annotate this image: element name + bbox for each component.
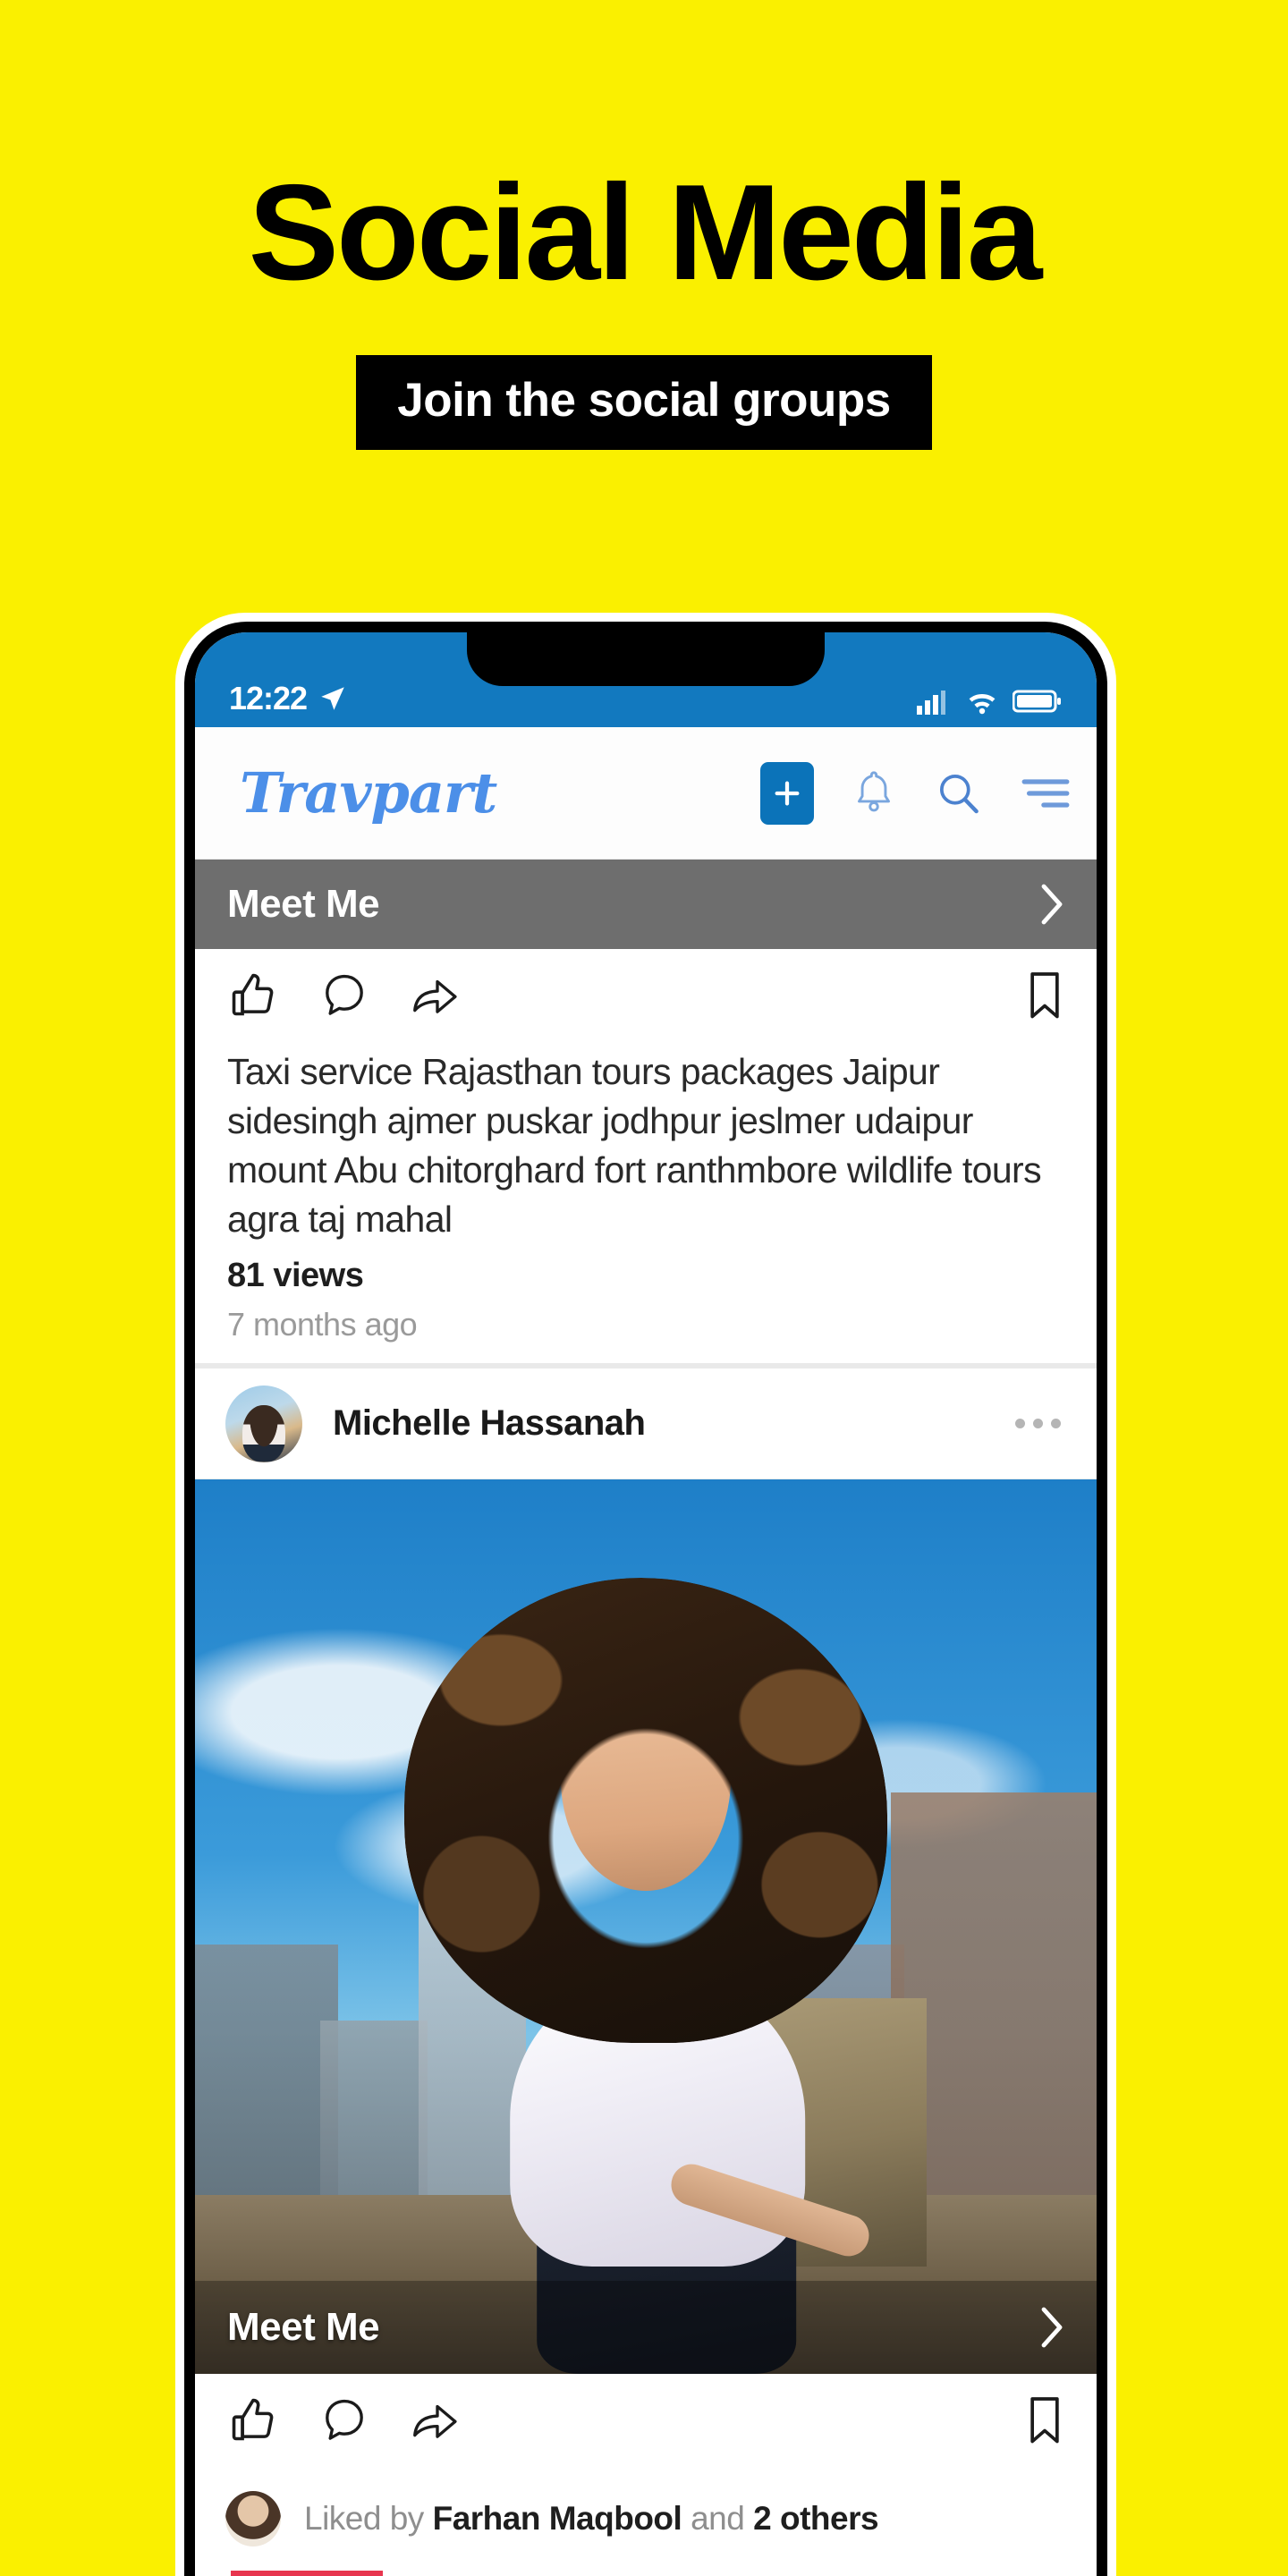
action-row-1 [195,949,1097,1042]
status-bar: 12:22 [195,632,1097,727]
status-bar-right [916,688,1063,715]
post-1-text-block: Taxi service Rajasthan tours packages Ja… [195,1042,1097,1363]
menu-button[interactable] [1020,770,1072,817]
post-2-author-name[interactable]: Michelle Hassanah [333,1403,646,1444]
liked-by-text: Liked by Farhan Maqbool and 2 others [304,2500,879,2538]
action-row-1-left [225,968,463,1023]
liked-by-others[interactable]: 2 others [753,2500,878,2537]
notifications-button[interactable] [850,767,898,819]
chevron-right-icon [1038,883,1064,926]
search-icon [934,768,984,818]
app-bar-actions [760,761,1072,825]
liked-by-middle: and [682,2500,754,2537]
phone-bezel: 12:22 Travpart Meet Me Taxi service Raja… [184,622,1107,2576]
status-bar-left: 12:22 [229,682,348,715]
share-icon[interactable] [408,2394,463,2446]
meet-me-bar-1[interactable]: Meet Me [195,860,1097,949]
cellular-signal-icon [916,688,952,715]
avatar[interactable] [225,1385,302,1462]
post-1-views: 81 views [227,1257,364,1294]
comment-icon[interactable] [318,2394,370,2446]
liked-by-name[interactable]: Farhan Maqbool [433,2500,682,2537]
plus-icon [772,778,802,809]
meet-me-label-1: Meet Me [227,882,380,926]
photo-building [195,1945,338,2213]
status-time: 12:22 [229,680,308,716]
app-bar: Travpart [195,727,1097,860]
wifi-icon [964,688,1000,715]
meet-me-label-2: Meet Me [227,2305,380,2349]
subtitle-text: Join the social groups [356,355,932,450]
share-icon[interactable] [408,970,463,1021]
action-row-2-left [225,2393,463,2448]
phone-mockup: 12:22 Travpart Meet Me Taxi service Raja… [175,613,1116,2576]
accent-indicator-bar [231,2571,383,2576]
liked-by-avatar [225,2491,281,2546]
action-row-2 [195,2374,1097,2467]
location-arrow-icon [318,683,348,714]
comment-icon[interactable] [318,970,370,1021]
more-options-icon[interactable] [1015,1419,1061,1428]
search-button[interactable] [934,768,984,818]
subtitle-banner: Join the social groups [0,355,1288,450]
post-2-image[interactable]: Meet Me [195,1479,1097,2374]
post-1-timestamp: 7 months ago [227,1306,418,1343]
battery-full-icon [1013,688,1063,715]
bell-icon [850,767,898,819]
brand-logo[interactable]: Travpart [240,765,497,821]
phone-screen: 12:22 Travpart Meet Me Taxi service Raja… [195,632,1097,2576]
page-title: Social Media [248,157,1043,309]
bookmark-icon[interactable] [1023,2394,1066,2447]
bookmark-icon[interactable] [1023,969,1066,1022]
chevron-right-icon [1038,2306,1064,2349]
meet-me-bar-2[interactable]: Meet Me [195,2281,1097,2374]
add-post-button[interactable] [760,761,814,825]
hamburger-menu-icon [1020,770,1072,817]
phone-notch [467,632,825,686]
like-icon[interactable] [225,2393,281,2448]
liked-by-prefix: Liked by [304,2500,433,2537]
post-2-author-block[interactable]: Michelle Hassanah [225,1385,646,1462]
liked-by-row[interactable]: Liked by Farhan Maqbool and 2 others [195,2467,1097,2571]
post-1-body: Taxi service Rajasthan tours packages Ja… [227,1051,1042,1240]
photo-building [320,2021,428,2213]
post-2-header: Michelle Hassanah [195,1368,1097,1479]
photo-subject-hair [404,1578,887,2043]
like-icon[interactable] [225,968,281,1023]
